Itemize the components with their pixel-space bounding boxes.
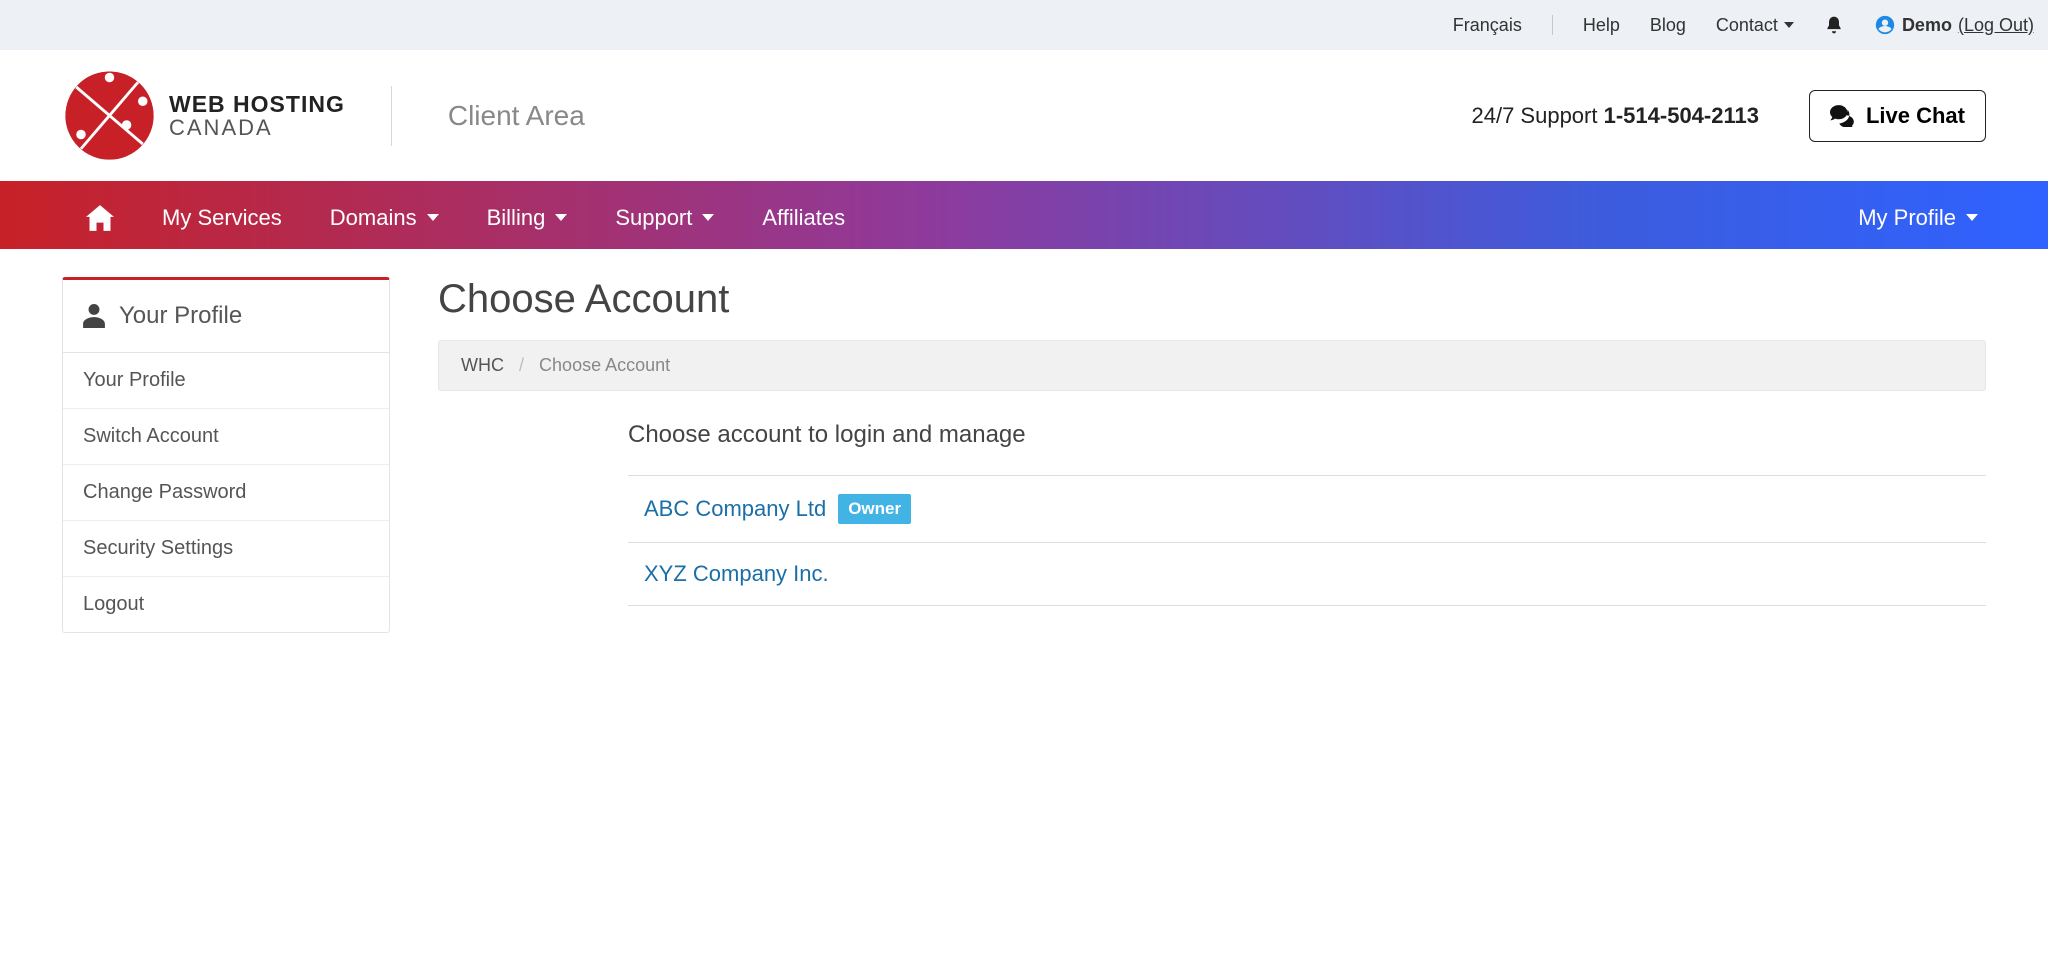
accounts-section: Choose account to login and manage ABC C…	[438, 391, 1986, 606]
account-row: XYZ Company Inc.	[628, 543, 1986, 606]
chevron-down-icon	[1784, 22, 1794, 28]
nav-domains[interactable]: Domains	[306, 186, 463, 249]
home-icon	[86, 205, 114, 231]
support-phone: 1-514-504-2113	[1604, 103, 1759, 128]
nav-my-profile[interactable]: My Profile	[1850, 186, 1986, 249]
nav-domains-label: Domains	[330, 205, 417, 231]
breadcrumb: WHC / Choose Account	[438, 340, 1986, 391]
user-circle-icon	[1874, 14, 1896, 36]
nav-my-profile-label: My Profile	[1858, 205, 1956, 231]
chevron-down-icon	[1966, 214, 1978, 221]
sidebar-item-switch-account[interactable]: Switch Account	[63, 409, 389, 465]
account-link-xyz[interactable]: XYZ Company Inc.	[644, 561, 829, 587]
contact-label: Contact	[1716, 15, 1778, 36]
brand-logo[interactable]: WEB HOSTING CANADA	[62, 68, 345, 163]
account-row: ABC Company Ltd Owner	[628, 476, 1986, 543]
chevron-down-icon	[427, 214, 439, 221]
chat-bubbles-icon	[1830, 105, 1856, 127]
nav-support-label: Support	[615, 205, 692, 231]
nav-my-services-label: My Services	[162, 205, 282, 231]
main-content: Choose Account WHC / Choose Account Choo…	[438, 277, 1986, 606]
brand-line1: WEB HOSTING	[169, 92, 345, 116]
language-toggle[interactable]: Français	[1453, 15, 1522, 36]
breadcrumb-current: Choose Account	[539, 355, 670, 375]
chevron-down-icon	[555, 214, 567, 221]
breadcrumb-root[interactable]: WHC	[461, 355, 504, 375]
support-phone-text: 24/7 Support 1-514-504-2113	[1472, 103, 1759, 129]
user-icon	[83, 304, 105, 328]
nav-support[interactable]: Support	[591, 186, 738, 249]
sidebar-header: Your Profile	[63, 280, 389, 353]
live-chat-label: Live Chat	[1866, 103, 1965, 129]
breadcrumb-separator: /	[519, 355, 524, 375]
account-link-abc[interactable]: ABC Company Ltd	[644, 496, 826, 522]
accounts-heading: Choose account to login and manage	[628, 421, 1986, 449]
nav-home[interactable]	[62, 186, 138, 249]
globe-network-icon	[62, 68, 157, 163]
contact-dropdown[interactable]: Contact	[1716, 15, 1794, 36]
sidebar-item-change-password[interactable]: Change Password	[63, 465, 389, 521]
sidebar-title: Your Profile	[119, 302, 242, 330]
logout-link[interactable]: (Log Out)	[1958, 15, 2034, 36]
sidebar-item-logout[interactable]: Logout	[63, 577, 389, 632]
nav-my-services[interactable]: My Services	[138, 186, 306, 249]
page-title: Choose Account	[438, 277, 1986, 322]
page-body: Your Profile Your Profile Switch Account…	[0, 249, 2048, 661]
sidebar-item-security-settings[interactable]: Security Settings	[63, 521, 389, 577]
sidebar-item-your-profile[interactable]: Your Profile	[63, 353, 389, 409]
brand-line2: CANADA	[169, 116, 345, 139]
blog-link[interactable]: Blog	[1650, 15, 1686, 36]
user-menu[interactable]: Demo (Log Out)	[1874, 14, 2034, 36]
client-area-label: Client Area	[448, 100, 585, 132]
username-label: Demo	[1902, 15, 1952, 36]
topbar-divider	[1552, 15, 1553, 35]
nav-billing-label: Billing	[487, 205, 546, 231]
topbar-utility: Français Help Blog Contact Demo (Log Out…	[0, 0, 2048, 50]
chevron-down-icon	[702, 214, 714, 221]
owner-badge: Owner	[838, 494, 911, 524]
account-list: ABC Company Ltd Owner XYZ Company Inc.	[628, 475, 1986, 606]
main-nav: My Services Domains Billing Support Affi…	[0, 181, 2048, 249]
bell-icon[interactable]	[1824, 15, 1844, 35]
brand-name: WEB HOSTING CANADA	[169, 92, 345, 139]
nav-affiliates-label: Affiliates	[762, 205, 845, 231]
nav-billing[interactable]: Billing	[463, 186, 592, 249]
nav-affiliates[interactable]: Affiliates	[738, 186, 869, 249]
sidebar-your-profile: Your Profile Your Profile Switch Account…	[62, 277, 390, 633]
live-chat-button[interactable]: Live Chat	[1809, 90, 1986, 142]
help-link[interactable]: Help	[1583, 15, 1620, 36]
support-prefix: 24/7 Support	[1472, 103, 1604, 128]
header: WEB HOSTING CANADA Client Area 24/7 Supp…	[0, 50, 2048, 181]
header-divider	[391, 86, 392, 146]
